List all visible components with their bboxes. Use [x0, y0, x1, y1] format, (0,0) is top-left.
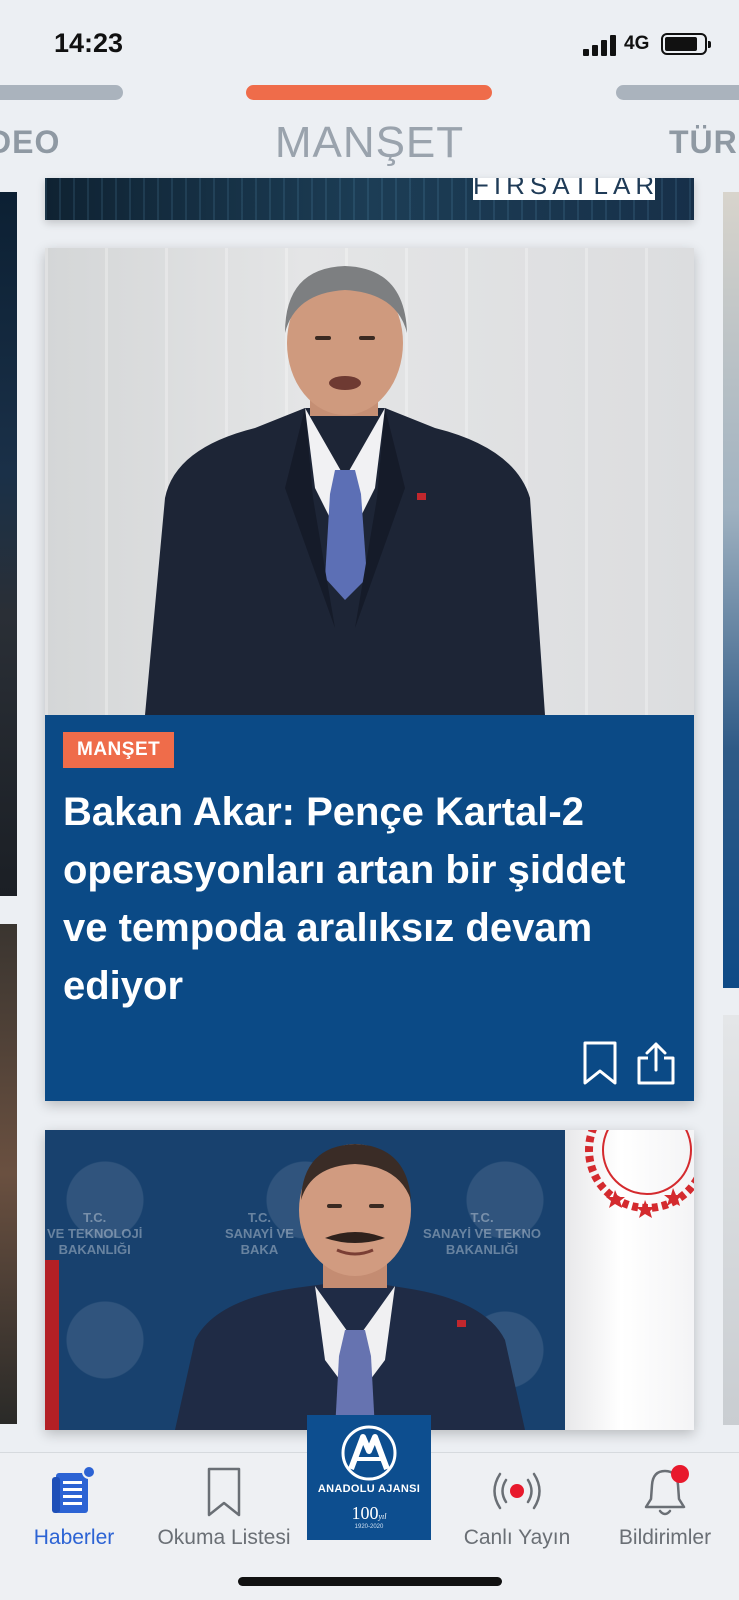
section-indicator-next[interactable]	[616, 85, 739, 100]
adjacent-card-right-2[interactable]	[723, 1015, 739, 1425]
section-indicator-prev[interactable]	[0, 85, 123, 100]
tab-label-okuma-listesi: Okuma Listesi	[157, 1526, 291, 1549]
live-broadcast-icon	[493, 1472, 541, 1510]
news-icon	[52, 1465, 96, 1513]
tab-bildirimler[interactable]: Bildirimler	[600, 1463, 730, 1563]
logo-range: 1920-2020	[354, 1524, 384, 1530]
news-card[interactable]: MANŞET Bakan Akar: Pençe Kartal-2 operas…	[45, 248, 694, 1101]
tab-label-canli-yayin: Canlı Yayın	[463, 1526, 571, 1549]
section-tab-next[interactable]: TÜR	[669, 124, 738, 161]
section-tab-active[interactable]: MANŞET	[0, 118, 739, 168]
news-headline[interactable]: Bakan Akar: Pençe Kartal-2 operasyonları…	[63, 783, 663, 1015]
battery-icon	[661, 33, 711, 55]
minister-illustration	[175, 1144, 525, 1430]
background-text-left: T.C. VE TEKNOLOJİ BAKANLIĞI	[47, 1210, 143, 1257]
logo-years: 100yıl	[351, 1503, 387, 1523]
tab-label-bildirimler: Bildirimler	[618, 1526, 712, 1549]
network-type: 4G	[624, 33, 650, 54]
bell-icon	[644, 1465, 689, 1516]
tab-okuma-listesi[interactable]: Okuma Listesi	[144, 1463, 304, 1563]
tab-haberler[interactable]: Haberler	[14, 1463, 134, 1563]
tab-label-haberler: Haberler	[33, 1526, 115, 1549]
news-card-2[interactable]: T.C. VE TEKNOLOJİ BAKANLIĞI T.C. SANAYİ VE B…	[45, 1130, 694, 1430]
section-indicator-active[interactable]	[246, 85, 492, 100]
previous-news-card[interactable]: FIRSATLAR	[45, 178, 694, 220]
bookmark-icon[interactable]	[578, 1040, 622, 1086]
signal-icon	[583, 34, 617, 56]
category-badge[interactable]: MANŞET	[63, 732, 175, 768]
adjacent-card-left-2[interactable]	[0, 924, 17, 1424]
speaker-illustration	[145, 266, 545, 715]
notification-dot	[671, 1465, 689, 1483]
status-time: 14:23	[54, 28, 124, 58]
card-actions	[578, 1040, 678, 1086]
adjacent-card-left[interactable]	[0, 192, 17, 896]
share-icon[interactable]	[634, 1040, 678, 1086]
bookmark-icon	[207, 1467, 241, 1517]
anadolu-ajansi-logo[interactable]: ANADOLU AJANSI 100yıl 1920-2020	[307, 1415, 431, 1540]
news-photo	[45, 248, 694, 715]
previous-card-tag: FIRSATLAR	[473, 178, 655, 200]
home-indicator	[238, 1577, 502, 1586]
adjacent-card-right[interactable]	[723, 192, 739, 988]
status-bar: 14:23 4G	[0, 0, 739, 80]
emblem-icon	[585, 1130, 694, 1218]
logo-name: ANADOLU AJANSI	[317, 1483, 421, 1495]
tab-canli-yayin[interactable]: Canlı Yayın	[450, 1463, 584, 1563]
aa-logo-icon	[341, 1425, 397, 1481]
